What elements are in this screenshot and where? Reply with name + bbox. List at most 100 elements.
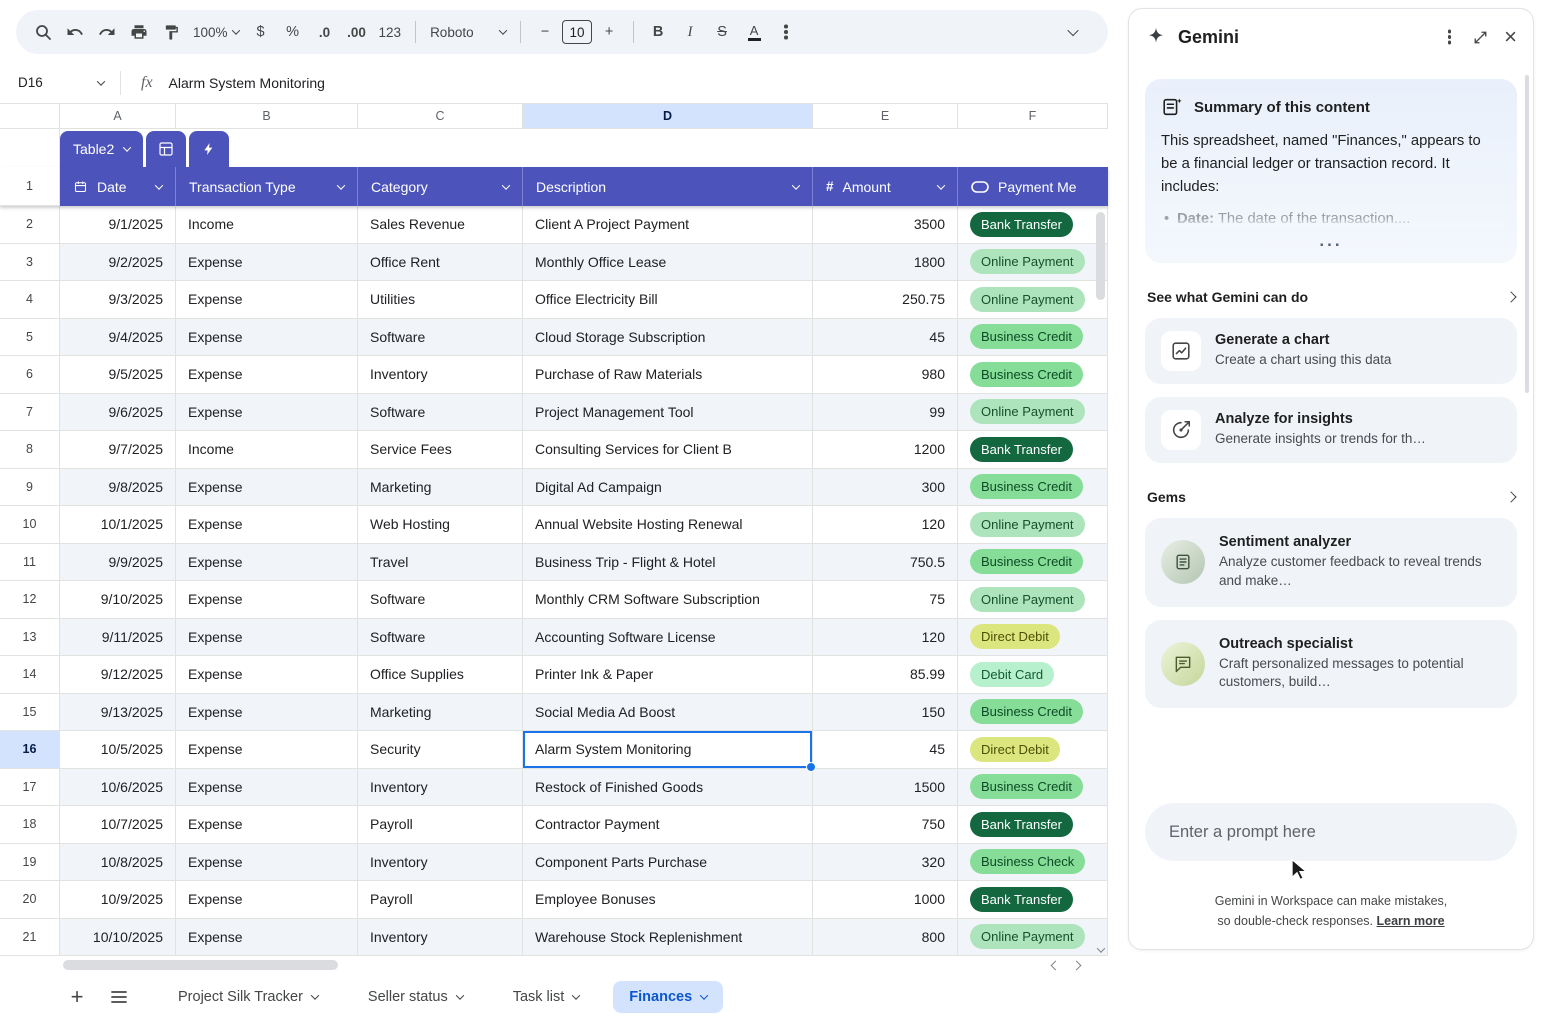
cell-category[interactable]: Inventory	[358, 844, 523, 882]
row-header[interactable]: 4	[0, 281, 60, 319]
row-header[interactable]: 6	[0, 356, 60, 394]
cell-transaction-type[interactable]: Expense	[176, 394, 358, 432]
analyze-insights-card[interactable]: Analyze for insights Generate insights o…	[1145, 397, 1517, 463]
header-category[interactable]: Category	[358, 167, 523, 206]
row-header[interactable]: 13	[0, 619, 60, 657]
cell-transaction-type[interactable]: Expense	[176, 319, 358, 357]
cell-transaction-type[interactable]: Expense	[176, 244, 358, 282]
row-header[interactable]: 16	[0, 731, 60, 769]
format-percent-button[interactable]: %	[278, 17, 308, 47]
decrease-decimal-button[interactable]: .0	[310, 17, 340, 47]
cell-date[interactable]: 10/8/2025	[60, 844, 176, 882]
cell-date[interactable]: 10/10/2025	[60, 919, 176, 957]
cell-transaction-type[interactable]: Expense	[176, 506, 358, 544]
table-actions-button[interactable]	[189, 131, 229, 167]
kebab-menu-button[interactable]	[1448, 35, 1452, 39]
cell-description[interactable]: Project Management Tool	[523, 394, 813, 432]
cell-transaction-type[interactable]: Income	[176, 431, 358, 469]
cell-description[interactable]: Social Media Ad Boost	[523, 694, 813, 732]
cell-date[interactable]: 9/6/2025	[60, 394, 176, 432]
column-header-c[interactable]: C	[358, 104, 523, 128]
header-description[interactable]: Description	[523, 167, 813, 206]
add-sheet-button[interactable]: +	[60, 980, 94, 1014]
cell-date[interactable]: 9/4/2025	[60, 319, 176, 357]
formula-input[interactable]: Alarm System Monitoring	[169, 75, 325, 91]
table-name-chip[interactable]: Table2	[60, 131, 143, 167]
cell-payment-method[interactable]: Online Payment	[958, 506, 1108, 544]
cell-transaction-type[interactable]: Expense	[176, 281, 358, 319]
cell-amount[interactable]: 800	[813, 919, 958, 957]
header-payment-method[interactable]: Payment Me	[958, 167, 1108, 206]
cell-payment-method[interactable]: Online Payment	[958, 581, 1108, 619]
cell-transaction-type[interactable]: Expense	[176, 469, 358, 507]
row-header[interactable]: 2	[0, 206, 60, 244]
cell-date[interactable]: 9/1/2025	[60, 206, 176, 244]
cell-transaction-type[interactable]: Expense	[176, 844, 358, 882]
cell-category[interactable]: Utilities	[358, 281, 523, 319]
select-all-corner[interactable]	[0, 104, 60, 128]
redo-button[interactable]	[92, 17, 122, 47]
close-icon[interactable]: ×	[1504, 26, 1517, 48]
row-header[interactable]: 9	[0, 469, 60, 507]
hide-menus-button[interactable]	[1058, 17, 1088, 47]
cell-category[interactable]: Software	[358, 581, 523, 619]
cell-description[interactable]: Annual Website Hosting Renewal	[523, 506, 813, 544]
vertical-scrollbar[interactable]	[1096, 212, 1105, 300]
strikethrough-button[interactable]: S	[707, 17, 737, 47]
cell-payment-method[interactable]: Business Credit	[958, 356, 1108, 394]
more-toolbar-options-button[interactable]	[771, 17, 801, 47]
cell-category[interactable]: Payroll	[358, 881, 523, 919]
cell-description[interactable]: Component Parts Purchase	[523, 844, 813, 882]
cell-date[interactable]: 10/7/2025	[60, 806, 176, 844]
cell-description[interactable]: Warehouse Stock Replenishment	[523, 919, 813, 957]
zoom-menu[interactable]: 100%	[188, 17, 244, 47]
row-header[interactable]: 20	[0, 881, 60, 919]
cell-category[interactable]: Inventory	[358, 356, 523, 394]
cell-payment-method[interactable]: Direct Debit	[958, 731, 1108, 769]
italic-button[interactable]: I	[675, 17, 705, 47]
cell-transaction-type[interactable]: Expense	[176, 694, 358, 732]
cell-description[interactable]: Office Electricity Bill	[523, 281, 813, 319]
cell-amount[interactable]: 3500	[813, 206, 958, 244]
cell-amount[interactable]: 980	[813, 356, 958, 394]
cell-category[interactable]: Payroll	[358, 806, 523, 844]
cell-date[interactable]: 9/5/2025	[60, 356, 176, 394]
cell-payment-method[interactable]: Business Credit	[958, 694, 1108, 732]
gem-outreach-specialist[interactable]: Outreach specialist Craft personalized m…	[1145, 620, 1517, 709]
header-transaction-type[interactable]: Transaction Type	[176, 167, 358, 206]
decrease-font-size-button[interactable]: −	[530, 17, 560, 47]
cell-amount[interactable]: 85.99	[813, 656, 958, 694]
cell-date[interactable]: 10/9/2025	[60, 881, 176, 919]
cell-payment-method[interactable]: Online Payment	[958, 919, 1108, 957]
cell-date[interactable]: 9/12/2025	[60, 656, 176, 694]
cell-amount[interactable]: 1000	[813, 881, 958, 919]
cell-transaction-type[interactable]: Expense	[176, 356, 358, 394]
cell-payment-method[interactable]: Online Payment	[958, 244, 1108, 282]
generate-chart-card[interactable]: Generate a chart Create a chart using th…	[1145, 318, 1517, 384]
sheet-tab-project-silk-tracker[interactable]: Project Silk Tracker	[162, 981, 334, 1013]
row-header[interactable]: 11	[0, 544, 60, 582]
cell-payment-method[interactable]: Business Check	[958, 844, 1108, 882]
cell-payment-method[interactable]: Bank Transfer	[958, 206, 1108, 244]
search-icon[interactable]	[28, 17, 58, 47]
row-header[interactable]: 17	[0, 769, 60, 807]
scroll-right-arrow[interactable]	[1072, 960, 1082, 970]
cell-description[interactable]: Purchase of Raw Materials	[523, 356, 813, 394]
row-header[interactable]: 18	[0, 806, 60, 844]
row-header[interactable]: 12	[0, 581, 60, 619]
column-header-a[interactable]: A	[60, 104, 176, 128]
font-size-input[interactable]: 10	[562, 20, 592, 44]
cell-transaction-type[interactable]: Expense	[176, 731, 358, 769]
learn-more-link[interactable]: Learn more	[1377, 914, 1445, 928]
cell-description[interactable]: Consulting Services for Client B	[523, 431, 813, 469]
row-header[interactable]: 7	[0, 394, 60, 432]
cell-amount[interactable]: 75	[813, 581, 958, 619]
cell-amount[interactable]: 45	[813, 319, 958, 357]
cell-payment-method[interactable]: Business Credit	[958, 769, 1108, 807]
cell-category[interactable]: Inventory	[358, 769, 523, 807]
cell-description[interactable]: Accounting Software License	[523, 619, 813, 657]
row-header[interactable]: 15	[0, 694, 60, 732]
cell-description[interactable]: Digital Ad Campaign	[523, 469, 813, 507]
header-date[interactable]: Date	[60, 167, 176, 206]
more-formats-button[interactable]: 123	[374, 17, 407, 47]
